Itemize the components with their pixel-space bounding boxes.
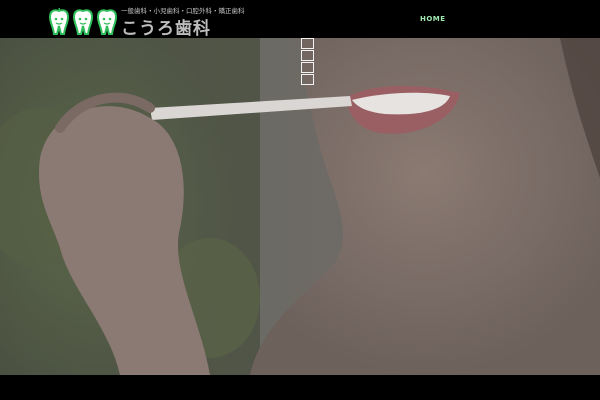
clinic-name[interactable]: こうろ歯科 <box>121 14 211 39</box>
placeholder-glyph <box>301 74 314 85</box>
site-header: 一般歯科・小児歯科・口腔外科・矯正歯科 こうろ歯科 HOME <box>0 0 600 39</box>
tooth-mascots <box>48 8 118 36</box>
nav-home-link[interactable]: HOME <box>420 15 446 23</box>
placeholder-glyph <box>301 62 314 73</box>
logo[interactable] <box>48 4 122 36</box>
footer-bar <box>0 375 600 400</box>
tooth-mascot-icon <box>48 8 70 35</box>
vertical-placeholder-text <box>301 38 317 85</box>
placeholder-glyph <box>301 50 314 61</box>
tooth-mascot-icon <box>72 9 94 35</box>
hero-photo-woman-brushing-teeth <box>0 38 600 375</box>
tooth-mascot-icon <box>96 9 118 35</box>
placeholder-glyph <box>301 38 314 49</box>
hero-image <box>0 38 600 375</box>
